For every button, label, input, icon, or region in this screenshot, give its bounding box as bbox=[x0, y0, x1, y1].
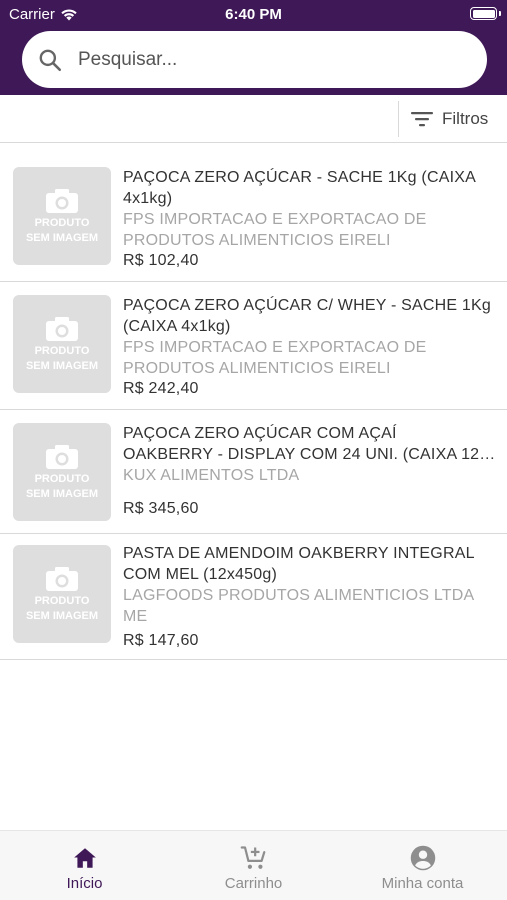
home-icon bbox=[73, 848, 96, 868]
search-bar[interactable] bbox=[22, 31, 487, 88]
product-thumbnail: PRODUTO SEM IMAGEM bbox=[13, 167, 111, 265]
search-icon bbox=[39, 49, 62, 72]
tab-minha-conta[interactable]: Minha conta bbox=[338, 831, 507, 900]
status-time: 6:40 PM bbox=[225, 6, 282, 23]
app-header: Carrier 6:40 PM bbox=[0, 0, 507, 95]
no-image-label: PRODUTO SEM IMAGEM bbox=[25, 217, 99, 244]
product-item[interactable]: PRODUTO SEM IMAGEM PASTA DE AMENDOIM OAK… bbox=[0, 534, 507, 660]
tab-carrinho[interactable]: Carrinho bbox=[169, 831, 338, 900]
no-image-label: PRODUTO SEM IMAGEM bbox=[25, 595, 99, 622]
product-supplier: LAGFOODS PRODUTOS ALIMENTICIOS LTDA ME bbox=[123, 587, 474, 625]
battery-icon bbox=[470, 7, 497, 20]
filter-icon bbox=[411, 112, 433, 127]
filter-divider bbox=[398, 101, 399, 137]
product-price: R$ 345,60 bbox=[123, 500, 199, 517]
product-thumbnail: PRODUTO SEM IMAGEM bbox=[13, 295, 111, 393]
filters-label: Filtros bbox=[442, 109, 489, 128]
product-price: R$ 147,60 bbox=[123, 632, 199, 649]
product-list: PRODUTO SEM IMAGEM PAÇOCA ZERO AÇÚCAR - … bbox=[0, 154, 507, 660]
tab-label: Carrinho bbox=[224, 875, 283, 892]
product-supplier: KUX ALIMENTOS LTDA bbox=[123, 467, 300, 484]
product-name: PAÇOCA ZERO AÇÚCAR C/ WHEY - SACHE 1Kg (… bbox=[123, 297, 491, 335]
product-price: R$ 242,40 bbox=[123, 380, 199, 397]
camera-icon bbox=[46, 317, 78, 341]
product-name-continued: OAKBERRY - DISPLAY COM 24 UNI. (CAIXA 12… bbox=[123, 446, 498, 463]
product-supplier: FPS IMPORTACAO E EXPORTACAO DE PRODUTOS … bbox=[123, 211, 427, 249]
no-image-label: PRODUTO SEM IMAGEM bbox=[25, 345, 99, 372]
filter-bar: Filtros bbox=[0, 95, 507, 143]
product-thumbnail: PRODUTO SEM IMAGEM bbox=[13, 545, 111, 643]
product-item[interactable]: PRODUTO SEM IMAGEM PAÇOCA ZERO AÇÚCAR C/… bbox=[0, 282, 507, 410]
bottom-tab-bar: Início Carrinho Minha conta bbox=[0, 830, 507, 900]
account-circle-icon bbox=[410, 845, 435, 871]
battery-tip bbox=[499, 11, 501, 16]
product-thumbnail: PRODUTO SEM IMAGEM bbox=[13, 423, 111, 521]
product-name: PAÇOCA ZERO AÇÚCAR - SACHE 1Kg (CAIXA 4x… bbox=[123, 169, 476, 207]
tab-label: Início bbox=[66, 875, 103, 892]
product-price: R$ 102,40 bbox=[123, 252, 199, 269]
camera-icon bbox=[46, 567, 78, 591]
camera-icon bbox=[46, 445, 78, 469]
product-name: PAÇOCA ZERO AÇÚCAR COM AÇAÍ bbox=[123, 425, 397, 442]
filters-button[interactable]: Filtros bbox=[410, 103, 488, 135]
product-supplier: FPS IMPORTACAO E EXPORTACAO DE PRODUTOS … bbox=[123, 339, 427, 377]
camera-icon bbox=[46, 189, 78, 213]
search-input[interactable] bbox=[78, 45, 468, 75]
tab-label: Minha conta bbox=[381, 875, 464, 892]
cart-add-icon bbox=[240, 846, 265, 869]
product-name: PASTA DE AMENDOIM OAKBERRY INTEGRAL COM … bbox=[123, 545, 475, 583]
product-item[interactable]: PRODUTO SEM IMAGEM PAÇOCA ZERO AÇÚCAR - … bbox=[0, 154, 507, 282]
status-bar: Carrier 6:40 PM bbox=[0, 0, 507, 28]
product-item[interactable]: PRODUTO SEM IMAGEM PAÇOCA ZERO AÇÚCAR CO… bbox=[0, 410, 507, 534]
tab-inicio[interactable]: Início bbox=[0, 831, 169, 900]
no-image-label: PRODUTO SEM IMAGEM bbox=[25, 473, 99, 500]
